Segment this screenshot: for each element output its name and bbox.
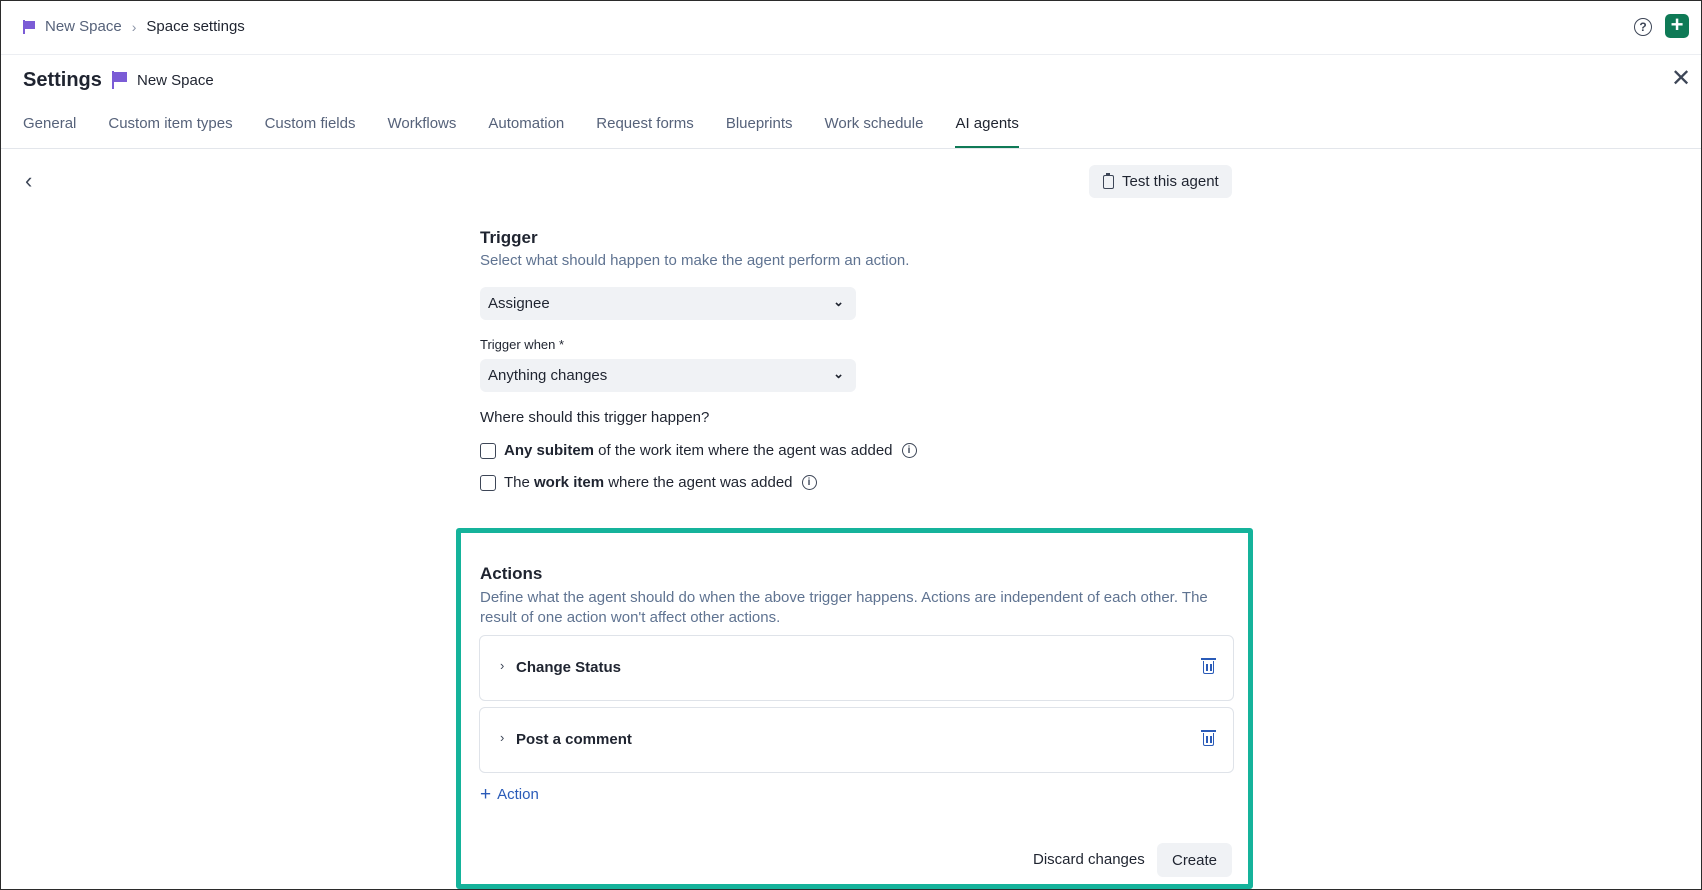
breadcrumb-space-link[interactable]: New Space <box>45 18 122 35</box>
breadcrumb-current: Space settings <box>146 18 245 35</box>
trigger-description: Select what should happen to make the ag… <box>480 252 910 269</box>
trigger-when-select[interactable]: Anything changes ⌄ <box>480 359 856 392</box>
close-icon[interactable]: ✕ <box>1671 67 1691 91</box>
tab-custom-fields[interactable]: Custom fields <box>265 105 356 148</box>
work-item-checkbox[interactable] <box>480 474 496 491</box>
help-icon[interactable]: ? <box>1634 18 1652 36</box>
actions-heading: Actions <box>480 564 543 583</box>
tab-workflows[interactable]: Workflows <box>387 105 456 148</box>
action-card-post-comment[interactable]: › Post a comment <box>479 707 1234 773</box>
tab-ai-agents[interactable]: AI agents <box>955 105 1019 148</box>
create-new-button[interactable]: + <box>1665 14 1689 38</box>
clipboard-icon <box>1103 172 1114 189</box>
chevron-right-icon[interactable]: › <box>500 730 504 745</box>
action-label: Post a comment <box>516 731 632 748</box>
tab-request-forms[interactable]: Request forms <box>596 105 694 148</box>
trigger-when-value: Anything changes <box>488 367 608 384</box>
add-action-button[interactable]: + Action <box>480 783 539 805</box>
trigger-when-label: Trigger when * <box>480 337 565 352</box>
discard-changes-button[interactable]: Discard changes <box>1033 851 1145 868</box>
space-name: New Space <box>137 71 214 89</box>
test-agent-label: Test this agent <box>1122 173 1219 190</box>
option-label: The work item where the agent was added <box>504 474 793 491</box>
trash-icon[interactable] <box>1201 658 1216 674</box>
info-icon[interactable]: i <box>901 443 917 458</box>
option-label: Any subitem of the work item where the a… <box>504 442 893 459</box>
trigger-field-value: Assignee <box>488 295 550 312</box>
plus-icon: + <box>480 783 492 805</box>
flag-icon <box>23 19 36 34</box>
tab-work-schedule[interactable]: Work schedule <box>825 105 924 148</box>
breadcrumb: New Space › Space settings <box>23 18 245 35</box>
settings-tabs: General Custom item types Custom fields … <box>23 105 1051 148</box>
trigger-heading: Trigger <box>480 228 538 247</box>
tab-general[interactable]: General <box>23 105 76 148</box>
chevron-down-icon: ⌄ <box>833 294 844 309</box>
test-agent-button[interactable]: Test this agent <box>1089 165 1232 198</box>
app-window: New Space › Space settings ? + Settings … <box>0 0 1702 890</box>
info-icon[interactable]: i <box>801 475 817 490</box>
tabs-divider <box>1 148 1701 149</box>
action-card-change-status[interactable]: › Change Status <box>479 635 1234 701</box>
top-bar: New Space › Space settings ? + <box>1 1 1701 55</box>
chevron-down-icon: ⌄ <box>833 366 844 381</box>
trigger-option-any-subitem: Any subitem of the work item where the a… <box>480 442 917 459</box>
tab-custom-item-types[interactable]: Custom item types <box>108 105 232 148</box>
trigger-where-label: Where should this trigger happen? <box>480 409 710 426</box>
tab-automation[interactable]: Automation <box>488 105 564 148</box>
add-action-label: Action <box>497 786 539 803</box>
flag-icon <box>112 71 128 89</box>
chevron-right-icon: › <box>131 18 137 35</box>
trigger-field-select[interactable]: Assignee ⌄ <box>480 287 856 320</box>
page-title: Settings <box>23 69 102 91</box>
actions-description: Define what the agent should do when the… <box>480 589 1208 626</box>
tab-blueprints[interactable]: Blueprints <box>726 105 793 148</box>
back-arrow-icon[interactable]: ‹ <box>25 168 32 194</box>
create-button[interactable]: Create <box>1157 843 1232 877</box>
trash-icon[interactable] <box>1201 730 1216 746</box>
any-subitem-checkbox[interactable] <box>480 442 496 459</box>
space-chip: New Space <box>112 71 214 89</box>
action-label: Change Status <box>516 659 622 676</box>
trigger-option-work-item: The work item where the agent was added … <box>480 474 817 491</box>
chevron-right-icon[interactable]: › <box>500 658 504 673</box>
